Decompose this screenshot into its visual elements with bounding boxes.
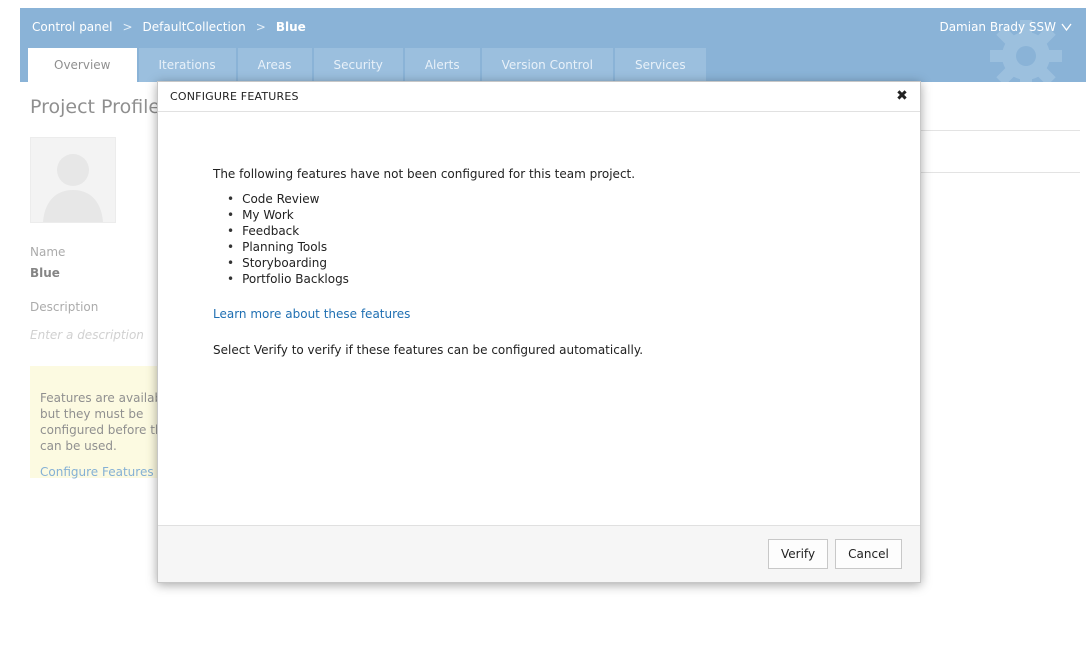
list-item: Planning Tools <box>227 239 863 255</box>
list-item: Code Review <box>227 191 863 207</box>
dialog-intro: The following features have not been con… <box>213 167 636 181</box>
list-item: Feedback <box>227 223 863 239</box>
list-item: Portfolio Backlogs <box>227 271 863 287</box>
verify-button[interactable]: Verify <box>768 539 828 569</box>
learn-more-link[interactable]: Learn more about these features <box>213 307 863 321</box>
dialog-footer: Verify Cancel <box>158 525 920 582</box>
dialog-body: The following features have not been con… <box>213 167 863 357</box>
configure-features-dialog: CONFIGURE FEATURES ✖ The following featu… <box>157 81 921 583</box>
verify-instructions: Select Verify to verify if these feature… <box>213 343 644 357</box>
list-item: My Work <box>227 207 863 223</box>
dialog-header: CONFIGURE FEATURES ✖ <box>158 82 920 112</box>
app-window: Control panel > DefaultCollection > Blue… <box>0 0 1088 653</box>
close-icon[interactable]: ✖ <box>894 88 910 104</box>
dialog-title: CONFIGURE FEATURES <box>170 90 299 103</box>
cancel-button[interactable]: Cancel <box>835 539 902 569</box>
features-list: Code Review My Work Feedback Planning To… <box>227 191 863 287</box>
list-item: Storyboarding <box>227 255 863 271</box>
